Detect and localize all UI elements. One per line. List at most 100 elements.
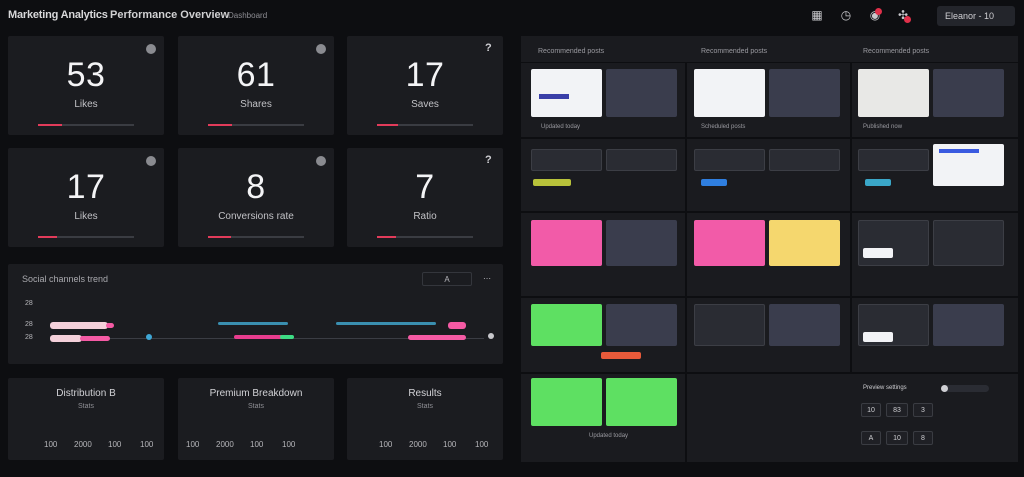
kpi-value: 53 (66, 56, 106, 94)
post-card[interactable] (531, 149, 602, 171)
progress-track (208, 124, 304, 126)
stats-card[interactable]: Distribution B Stats 100 2000 100 100 (8, 378, 164, 460)
stat-value: 100 (44, 440, 58, 449)
stat-value: 100 (186, 440, 200, 449)
post-thumbnail[interactable] (769, 69, 840, 117)
help-icon[interactable]: ? (485, 42, 492, 54)
kpi-label: Ratio (413, 211, 437, 222)
timeline-title: Social channels trend (22, 274, 109, 284)
grid-icon[interactable]: ▦ (809, 7, 825, 23)
post-thumbnail[interactable] (606, 378, 677, 426)
kpi-card[interactable]: ? 17 Saves (347, 36, 503, 135)
timeline-bar[interactable] (50, 335, 82, 342)
kpi-value: 17 (405, 56, 445, 94)
timeline-bar[interactable] (336, 322, 436, 325)
clock-icon[interactable]: ◷ (838, 7, 854, 23)
timeline-bar[interactable] (80, 336, 110, 341)
stats-card[interactable]: Premium Breakdown Stats 100 2000 100 100 (178, 378, 334, 460)
post-thumbnail[interactable] (694, 220, 765, 266)
post-card[interactable] (606, 149, 677, 171)
kpi-label: Shares (240, 99, 272, 110)
column-header: Recommended posts (863, 48, 930, 55)
timeline-bar[interactable] (408, 335, 466, 340)
info-icon[interactable] (316, 44, 326, 54)
timeline-bar[interactable] (234, 335, 284, 339)
post-card[interactable] (858, 149, 929, 171)
stat-value: 2000 (409, 440, 427, 449)
control-button[interactable]: 83 (886, 403, 908, 417)
card-title: Distribution B (56, 388, 116, 399)
post-thumbnail[interactable] (933, 304, 1004, 346)
progress-fill (38, 124, 62, 126)
post-thumbnail[interactable] (531, 378, 602, 426)
timeline-bar[interactable] (280, 335, 294, 339)
post-card[interactable] (769, 149, 840, 171)
card-subtitle: Stats (78, 403, 94, 410)
kpi-card[interactable]: ? 7 Ratio (347, 148, 503, 247)
kpi-card[interactable]: 61 Shares (178, 36, 334, 135)
timeline-bar[interactable] (218, 322, 288, 325)
column-header: Recommended posts (701, 48, 768, 55)
post-thumbnail[interactable] (606, 304, 677, 346)
column-header: Recommended posts (538, 48, 605, 55)
row-label: 28 (25, 300, 33, 307)
post-thumbnail[interactable] (531, 304, 602, 346)
post-thumbnail[interactable] (858, 69, 929, 117)
timeline-end-marker[interactable] (488, 333, 494, 339)
post-card[interactable] (694, 304, 765, 346)
timeline-marker[interactable] (146, 334, 152, 340)
notification-dot (875, 8, 882, 15)
card-title: Premium Breakdown (209, 388, 303, 399)
post-thumbnail[interactable] (933, 69, 1004, 117)
progress-fill (377, 124, 399, 126)
timeline-bar[interactable] (50, 322, 108, 329)
stats-card[interactable]: Results Stats 100 2000 100 100 (347, 378, 503, 460)
timeline-bar[interactable] (448, 322, 466, 329)
control-button[interactable]: 3 (913, 403, 933, 417)
settings-header: Preview settings (863, 385, 907, 391)
info-icon[interactable] (146, 156, 156, 166)
thumb-bar (939, 149, 979, 153)
tag-chip[interactable] (533, 179, 571, 186)
post-thumbnail[interactable] (606, 220, 677, 266)
tag-chip[interactable] (865, 179, 891, 186)
thumb-caption: Published now (863, 124, 903, 130)
post-card[interactable] (694, 149, 765, 171)
user-menu[interactable]: Eleanor - 10 (937, 6, 1015, 26)
post-thumbnail[interactable] (769, 220, 840, 266)
info-icon[interactable] (316, 156, 326, 166)
post-thumbnail[interactable] (531, 220, 602, 266)
timeline-bar[interactable] (106, 323, 114, 328)
post-thumbnail[interactable] (531, 69, 602, 117)
kpi-value: 61 (236, 56, 276, 94)
post-thumbnail[interactable] (769, 304, 840, 346)
info-icon[interactable] (146, 44, 156, 54)
help-icon[interactable]: ? (485, 154, 492, 166)
kpi-card[interactable]: 17 Likes (8, 148, 164, 247)
settings-slider[interactable] (941, 385, 989, 392)
mini-button[interactable] (863, 332, 893, 342)
control-button[interactable]: A (861, 431, 881, 445)
post-card[interactable] (858, 220, 929, 266)
thumb-caption: Updated today (589, 433, 629, 439)
stat-value: 100 (282, 440, 296, 449)
post-thumbnail[interactable] (694, 69, 765, 117)
tag-chip[interactable] (601, 352, 641, 359)
mini-button[interactable] (863, 248, 893, 258)
more-icon[interactable]: ⋯ (480, 272, 494, 286)
breadcrumb[interactable]: Dashboard (228, 11, 267, 20)
post-card[interactable] (933, 220, 1004, 266)
post-thumbnail[interactable] (606, 69, 677, 117)
thumb-caption: Scheduled posts (701, 124, 746, 130)
kpi-card[interactable]: 53 Likes (8, 36, 164, 135)
control-button[interactable]: 10 (861, 403, 881, 417)
slider-knob[interactable] (941, 385, 948, 392)
timeline-range-button[interactable]: A (422, 272, 472, 286)
kpi-card[interactable]: 8 Conversions rate (178, 148, 334, 247)
row-label: 28 (25, 321, 33, 328)
control-button[interactable]: 8 (913, 431, 933, 445)
control-button[interactable]: 10 (886, 431, 908, 445)
thumb-bar (539, 94, 569, 99)
stat-value: 100 (250, 440, 264, 449)
tag-chip[interactable] (701, 179, 727, 186)
